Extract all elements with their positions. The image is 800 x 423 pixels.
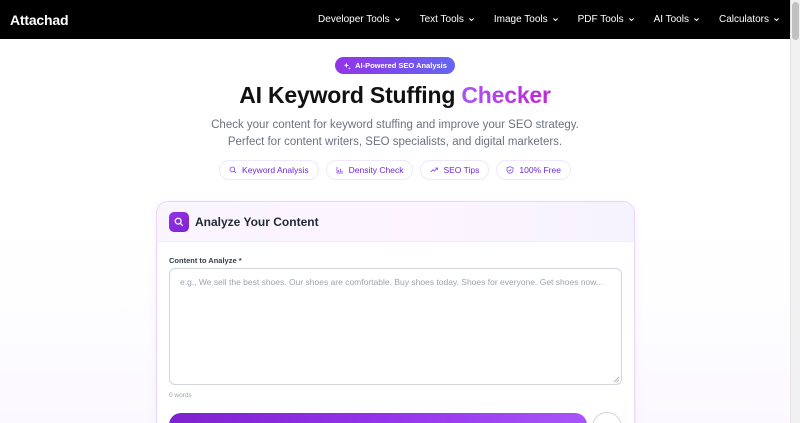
analyzer-icon-box	[169, 211, 189, 232]
bar-chart-icon	[336, 167, 343, 174]
chevron-down-icon	[552, 18, 558, 22]
top-navbar: Attachad Developer Tools Text Tools Imag…	[0, 0, 790, 39]
pill-label: 100% Free	[519, 165, 561, 175]
analyzer-card: Analyze Your Content Content to Analyze …	[156, 201, 635, 423]
content-label: Content to Analyze *	[169, 256, 242, 265]
nav-item-image-tools[interactable]: Image Tools	[494, 14, 559, 25]
scrollbar-thumb[interactable]	[792, 2, 799, 40]
word-count: 0 words	[169, 392, 192, 399]
title-main: AI Keyword Stuffing	[239, 82, 462, 108]
site-logo[interactable]: Attachad	[10, 12, 68, 28]
search-icon	[174, 217, 184, 226]
pill-seo-tips: SEO Tips	[420, 160, 490, 180]
shield-check-icon	[507, 166, 514, 174]
nav-item-calculators[interactable]: Calculators	[719, 14, 780, 25]
chevron-down-icon	[693, 18, 699, 22]
nav-item-ai-tools[interactable]: AI Tools	[654, 14, 700, 25]
subtitle-line: Perfect for content writers, SEO special…	[227, 136, 563, 148]
nav-item-pdf-tools[interactable]: PDF Tools	[578, 14, 635, 25]
nav-item-label: Developer Tools	[318, 14, 390, 25]
content-textarea[interactable]	[169, 268, 622, 385]
pill-keyword-analysis: Keyword Analysis	[219, 160, 319, 180]
pill-density-check: Density Check	[325, 160, 414, 180]
chevron-down-icon	[628, 18, 634, 22]
nav-item-text-tools[interactable]: Text Tools	[420, 14, 475, 25]
nav-item-label: AI Tools	[653, 14, 689, 25]
analyzer-card-header: Analyze Your Content	[157, 202, 634, 242]
analyze-button[interactable]	[169, 413, 587, 423]
resize-handle-icon[interactable]	[613, 376, 620, 383]
title-accent: Checker	[461, 82, 551, 108]
subtitle-line: Check your content for keyword stuffing …	[211, 119, 579, 131]
badge-label: AI-Powered SEO Analysis	[355, 61, 447, 70]
chevron-down-icon	[468, 18, 474, 22]
nav-item-developer-tools[interactable]: Developer Tools	[318, 14, 401, 25]
nav-item-label: PDF Tools	[577, 14, 624, 25]
nav-item-label: Image Tools	[493, 14, 548, 25]
page-title: AI Keyword Stuffing Checker	[0, 82, 790, 109]
page-scrollbar[interactable]	[790, 0, 800, 423]
chevron-down-icon	[774, 18, 779, 22]
page-subtitle: Check your content for keyword stuffing …	[0, 117, 790, 151]
analyzer-card-title: Analyze Your Content	[195, 214, 319, 229]
sparkles-icon	[343, 62, 351, 70]
chevron-down-icon	[394, 18, 400, 22]
search-icon	[229, 166, 237, 174]
nav-item-label: Text Tools	[419, 14, 464, 25]
feature-pills: Keyword Analysis Density Check SEO Tips …	[0, 160, 790, 180]
pill-label: SEO Tips	[443, 165, 480, 175]
pill-free: 100% Free	[496, 160, 571, 180]
pill-label: Keyword Analysis	[242, 165, 309, 175]
pill-label: Density Check	[348, 165, 404, 175]
trending-up-icon	[430, 167, 439, 173]
ai-powered-badge: AI-Powered SEO Analysis	[335, 57, 455, 74]
nav-item-label: Calculators	[718, 14, 769, 25]
main-menu: Developer Tools Text Tools Image Tools P…	[299, 14, 780, 25]
secondary-round-button[interactable]	[592, 412, 622, 423]
